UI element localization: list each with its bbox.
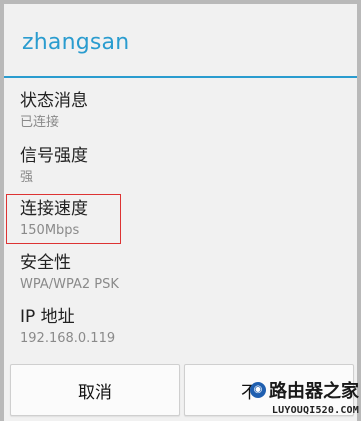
status-row: 状态消息 已连接: [20, 90, 88, 131]
signal-strength-label: 信号强度: [20, 146, 88, 166]
security-label: 安全性: [20, 253, 71, 273]
ip-address-value: 192.168.0.119: [20, 331, 116, 346]
site-watermark: ◉ 路由器之家 LUYOUQI520.COM: [245, 377, 359, 419]
status-value: 已连接: [20, 115, 60, 130]
ip-address-label: IP 地址: [20, 307, 75, 327]
security-value: WPA/WPA2 PSK: [20, 277, 119, 292]
security-row: 安全性 WPA/WPA2 PSK: [20, 252, 119, 293]
watermark-logo: ◉ 路由器之家: [250, 377, 359, 403]
link-speed-value: 150Mbps: [20, 223, 80, 238]
dialog-title: zhangsan: [22, 30, 130, 55]
title-divider: [4, 76, 357, 78]
link-speed-row: 连接速度 150Mbps: [20, 198, 88, 239]
status-label: 状态消息: [20, 91, 88, 111]
link-speed-label: 连接速度: [20, 199, 88, 219]
wifi-network-dialog: zhangsan 状态消息 已连接 信号强度 强 连接速度 150Mbps 安全…: [4, 4, 357, 421]
watermark-logo-text: 路由器之家: [269, 381, 359, 402]
signal-strength-value: 强: [20, 170, 34, 185]
router-logo-icon: ◉: [250, 382, 266, 398]
ip-address-row: IP 地址 192.168.0.119: [20, 306, 115, 347]
cancel-button[interactable]: 取消: [10, 364, 180, 416]
watermark-url: LUYOUQI520.COM: [271, 405, 359, 416]
signal-strength-row: 信号强度 强: [20, 145, 88, 186]
